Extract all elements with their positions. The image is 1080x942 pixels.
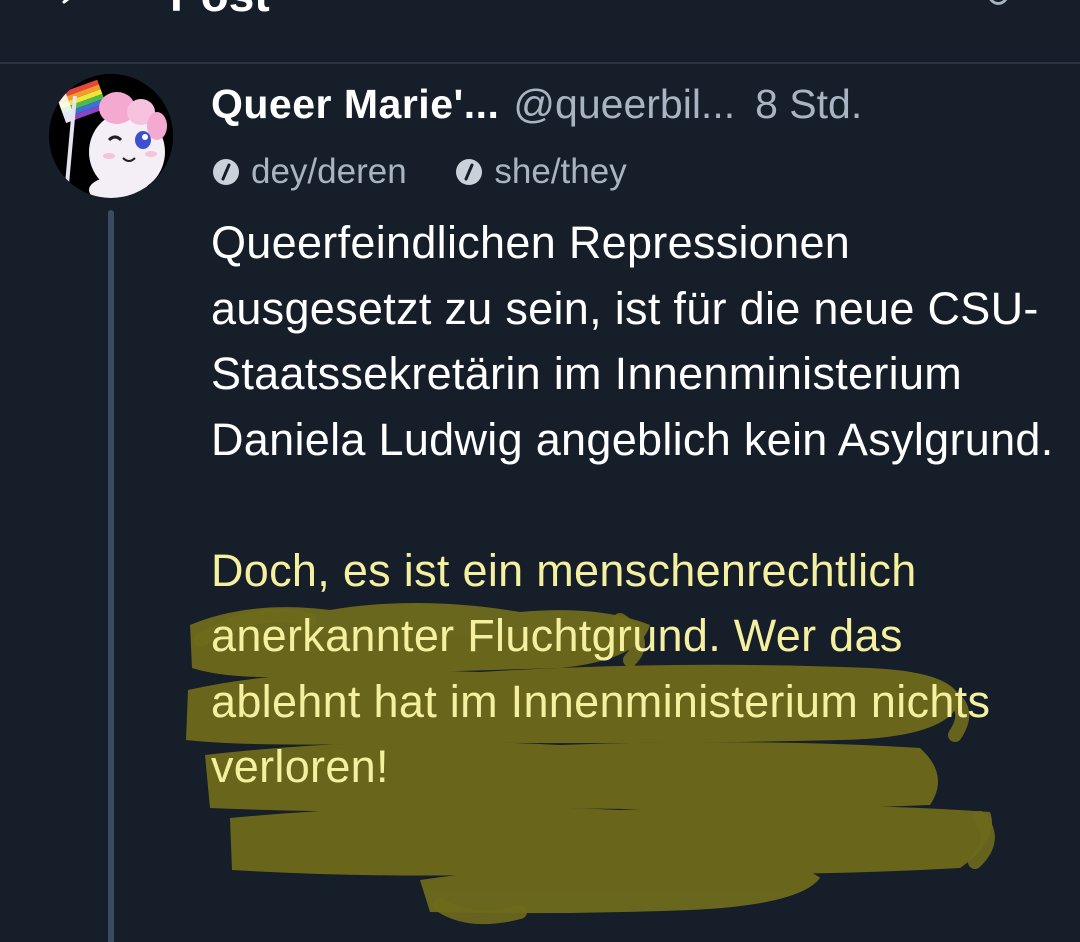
post-paragraph: Queerfeindlichen Repressionen ausgesetzt…: [211, 217, 1054, 465]
pronoun-badge: she/they: [454, 150, 627, 194]
author-handle[interactable]: @queerbil...: [513, 81, 735, 127]
post-header: Queer Marie'... @queerbil... 8 Std.: [211, 76, 862, 132]
pronoun-label: dey/deren: [251, 152, 407, 191]
pronoun-badge: dey/deren: [211, 150, 407, 194]
back-arrow-icon[interactable]: [60, 0, 82, 10]
thread-line: [108, 210, 114, 942]
post-screen: Post ↻: [0, 0, 1080, 942]
refresh-icon[interactable]: ↻: [984, 0, 1013, 16]
post-paragraph-highlighted: Doch, es ist ein menschenrechtlich anerk…: [211, 544, 991, 793]
page-title: Post: [170, 0, 270, 22]
top-bar: Post ↻: [0, 0, 1080, 64]
info-slash-icon: [456, 159, 483, 185]
post-text: Queerfeindlichen Repressionen ausgesetzt…: [211, 210, 1061, 800]
info-slash-icon: [213, 159, 239, 185]
author-display-name[interactable]: Queer Marie'...: [211, 81, 499, 127]
avatar-image: [49, 74, 173, 198]
pronoun-row: dey/deren she/they: [211, 150, 665, 194]
post-timestamp[interactable]: 8 Std.: [755, 81, 862, 127]
pronoun-label: she/they: [494, 152, 627, 191]
avatar[interactable]: [49, 74, 173, 198]
